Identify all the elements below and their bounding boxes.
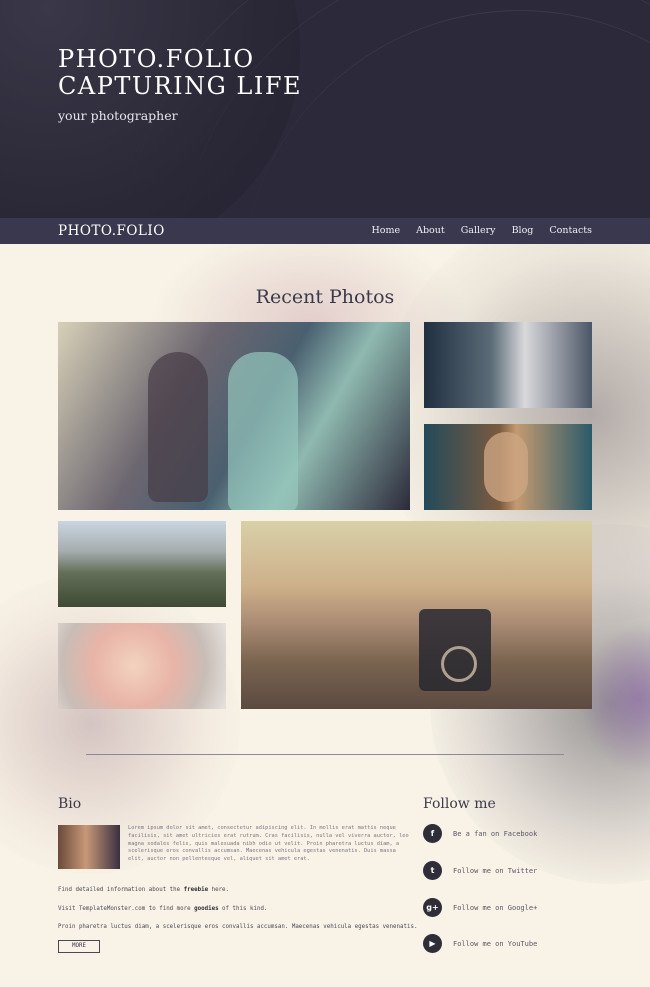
photo-woman-veil[interactable] [424,322,592,408]
nav-menu: Home About Gallery Blog Contacts [355,218,592,244]
bio-note-freebie: Find detailed information about the free… [58,887,229,893]
photo-mountain-landscape[interactable] [58,521,226,607]
section-divider [86,754,564,755]
nav-item-contacts[interactable]: Contacts [549,218,592,244]
nav-item-home[interactable]: Home [371,218,400,244]
nav-item-gallery[interactable]: Gallery [461,218,496,244]
social-twitter[interactable]: t Follow me on Twitter [423,861,537,880]
facebook-icon: f [423,824,442,843]
hero-title-line-2: CAPTURING LIFE [58,72,303,100]
hero-title: PHOTO.FOLIO CAPTURING LIFE [58,46,302,100]
bio-heading: Bio [58,796,82,812]
hero-subtitle: your photographer [58,108,178,123]
google-plus-icon: g+ [423,898,442,917]
photo-rose-bouquet[interactable] [58,623,226,709]
twitter-icon: t [423,861,442,880]
social-twitter-label: Follow me on Twitter [453,866,538,875]
hero-title-line-1: PHOTO.FOLIO [58,45,255,73]
social-youtube-label: Follow me on YouTube [453,939,538,948]
freebie-link[interactable]: freebie [184,887,208,893]
photo-car-wheel [441,646,477,682]
social-google-plus[interactable]: g+ Follow me on Google+ [423,898,537,917]
photo-figure [484,432,528,502]
bio-note-text: Visit TemplateMonster.com to find more [58,906,195,912]
nav-item-about[interactable]: About [416,218,445,244]
bio-note-goodies: Visit TemplateMonster.com to find more g… [58,906,267,912]
photo-figure [148,352,208,502]
nav-brand[interactable]: PHOTO.FOLIO [58,223,165,239]
social-facebook[interactable]: f Be a fan on Facebook [423,824,537,843]
bio-text: Lorem ipsum dolor sit amet, consectetur … [128,825,409,863]
top-nav: PHOTO.FOLIO Home About Gallery Blog Cont… [0,218,650,244]
goodies-link[interactable]: goodies [194,906,218,912]
recent-photos-heading: Recent Photos [255,286,395,308]
bio-avatar [58,825,120,869]
follow-heading: Follow me [423,796,496,812]
bio-note-text: of this kind. [218,906,268,912]
hero-banner: PHOTO.FOLIO CAPTURING LIFE your photogra… [0,0,650,218]
bio-note-text: here. [208,887,230,893]
social-facebook-label: Be a fan on Facebook [453,829,538,838]
nav-item-blog[interactable]: Blog [512,218,534,244]
social-youtube[interactable]: ▶ Follow me on YouTube [423,934,537,953]
more-button[interactable]: MORE [58,940,100,953]
social-google-plus-label: Follow me on Google+ [453,903,538,912]
bio-note-extra: Proin pharetra luctus diam, a scelerisqu… [58,924,418,930]
photo-vintage-car-road[interactable] [241,521,592,709]
photo-couple-motorcycle[interactable] [58,322,410,510]
photo-figure [228,352,298,510]
youtube-icon: ▶ [423,934,442,953]
photo-woman-portrait[interactable] [424,424,592,510]
bio-note-text: Find detailed information about the [58,887,184,893]
